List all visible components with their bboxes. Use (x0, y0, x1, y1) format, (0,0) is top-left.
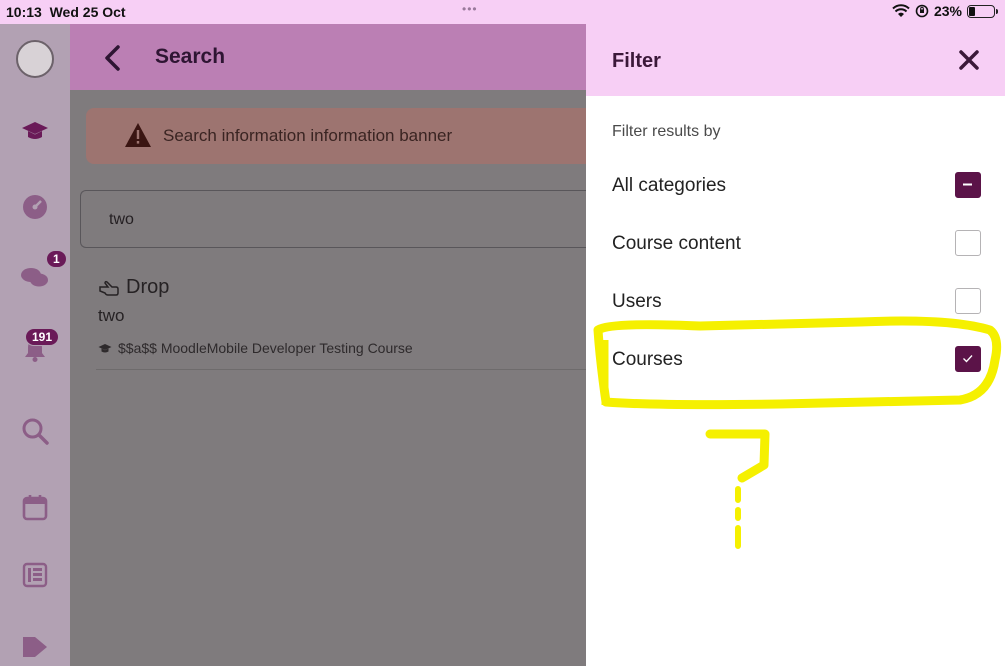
messages-badge: 1 (46, 250, 67, 268)
nav-tags[interactable] (0, 622, 70, 666)
indeterminate-checkbox[interactable] (955, 172, 981, 198)
wifi-icon (892, 4, 910, 17)
orientation-lock-icon (915, 4, 929, 18)
banner-text: Search information information banner (163, 126, 453, 145)
checkbox[interactable] (955, 230, 981, 256)
pointing-hand-icon (99, 280, 119, 296)
result-title: Drop (126, 276, 170, 298)
gradebook-icon (22, 562, 48, 588)
search-icon (22, 418, 49, 445)
info-banner: Search information information banner (86, 108, 586, 164)
search-input-value: two (109, 211, 134, 228)
filter-option-label: Users (612, 291, 662, 312)
filter-panel: Filter Filter results by All categories … (586, 24, 1005, 666)
nav-grades[interactable] (0, 550, 70, 600)
filter-header: Filter (586, 24, 1005, 96)
close-icon[interactable] (954, 45, 984, 75)
result-course: $$a$$ MoodleMobile Developer Testing Cou… (98, 340, 413, 356)
nav-notifications[interactable]: 191 (0, 324, 70, 374)
checkbox[interactable] (955, 288, 981, 314)
filter-option-course-content[interactable]: Course content (586, 220, 1005, 270)
nav-calendar[interactable] (0, 482, 70, 532)
filter-title: Filter (612, 50, 661, 72)
avatar (16, 40, 54, 78)
filter-option-users[interactable]: Users (586, 278, 1005, 328)
status-time: 10:13 Wed 25 Oct (6, 4, 126, 20)
search-page: Search Search information information ba… (70, 24, 586, 666)
search-header: Search (70, 24, 586, 90)
result-item[interactable]: Drop (98, 276, 169, 299)
user-avatar-button[interactable] (0, 34, 70, 84)
battery-percent: 23% (933, 3, 962, 19)
chat-bubbles-icon (21, 268, 48, 287)
battery-icon (967, 4, 998, 18)
status-right: 23% (892, 3, 998, 19)
nav-search[interactable] (0, 406, 70, 456)
search-input[interactable]: two (80, 190, 586, 248)
divider (96, 369, 586, 370)
status-bar: 10:13 Wed 25 Oct ••• 23% (0, 0, 1005, 24)
warning-icon (125, 123, 151, 147)
tag-icon (23, 637, 47, 657)
dashboard-gauge-icon (23, 195, 47, 219)
filter-option-label: Courses (612, 349, 683, 370)
calendar-icon (22, 495, 48, 521)
nav-messages[interactable]: 1 (0, 250, 70, 302)
graduation-cap-icon (98, 343, 112, 352)
nav-dashboard[interactable] (0, 182, 70, 232)
filter-heading: Filter results by (612, 123, 721, 140)
result-subtitle: two (98, 306, 125, 325)
result-course-name: $$a$$ MoodleMobile Developer Testing Cou… (118, 340, 413, 356)
graduation-cap-icon (22, 122, 48, 139)
checked-checkbox[interactable] (955, 346, 981, 372)
notifications-badge: 191 (25, 328, 60, 346)
side-navigation: 1 191 (0, 24, 70, 666)
nav-courses[interactable] (0, 106, 70, 156)
filter-option-all-categories[interactable]: All categories (586, 162, 1005, 212)
filter-option-courses[interactable]: Courses (586, 336, 1005, 386)
filter-option-label: Course content (612, 233, 741, 254)
filter-option-label: All categories (612, 175, 727, 196)
page-title: Search (155, 45, 226, 68)
multitasking-dots[interactable]: ••• (462, 2, 478, 16)
back-arrow-icon[interactable] (96, 40, 132, 76)
